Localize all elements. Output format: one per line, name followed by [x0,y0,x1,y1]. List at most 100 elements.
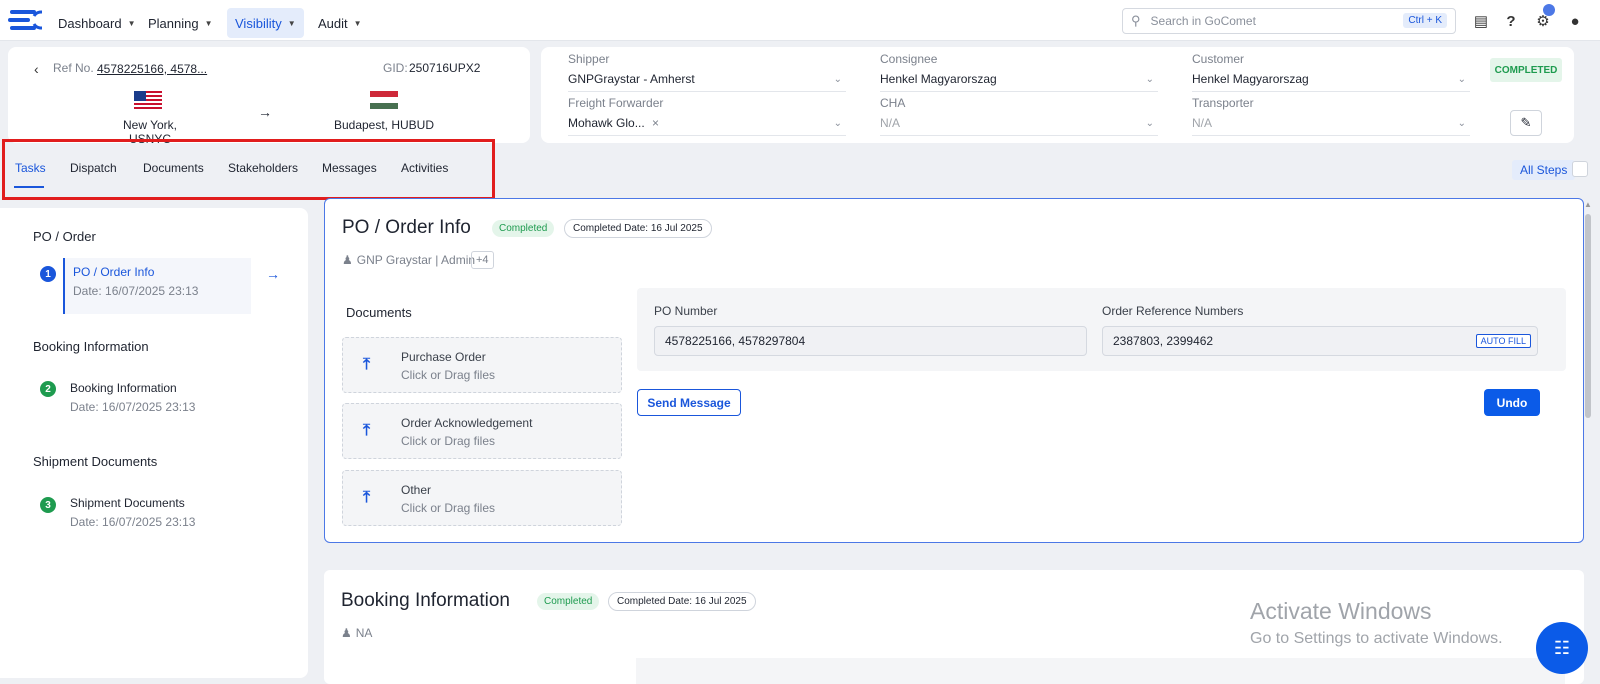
all-steps-toggle[interactable]: All Steps [1512,160,1576,180]
assignee-name: GNP Graystar | Admin [356,253,476,267]
assignee: ♟ GNP Graystar | Admin [342,253,475,267]
chevron-down-icon: ▼ [287,18,296,28]
search-input[interactable]: ⚲ Search in GoComet Ctrl + K [1122,8,1456,34]
nav-dashboard-label: Dashboard [58,15,122,31]
step-number: 2 [40,381,56,397]
search-icon: ⚲ [1131,13,1141,28]
upload-other[interactable]: ⤒ Other Click or Drag files [342,470,622,526]
upload-title: Order Acknowledgement [401,416,533,430]
documents-title: Documents [346,305,412,320]
all-steps-checkbox[interactable] [1572,161,1588,177]
customer-label: Customer [1192,52,1245,66]
completed-date-label: Completed Date: [617,596,693,607]
step-title: PO / Order Info [73,265,155,279]
gocomet-logo[interactable] [8,8,42,32]
nav-audit[interactable]: Audit ▼ [310,8,370,38]
status-badge: Completed [537,593,600,610]
ref-label: Ref No. [53,61,94,75]
shipper-select[interactable]: GNPGraystar - Amherst ⌄ [568,72,846,92]
users-icon: ♟ [342,253,353,267]
section-title: PO / Order [33,229,96,244]
nav-visibility[interactable]: Visibility ▼ [227,8,304,38]
booking-fields-area [636,658,1565,684]
step-date: Date: 16/07/2025 23:13 [73,284,199,298]
order-ref-field[interactable]: 2387803, 2399462 AUTO FILL [1102,326,1538,356]
notes-icon[interactable]: ▤ [1472,12,1490,30]
upload-icon: ⤒ [363,422,371,439]
upload-order-acknowledgement[interactable]: ⤒ Order Acknowledgement Click or Drag fi… [342,403,622,459]
transporter-value: N/A [1192,116,1213,130]
gid-value: 250716UPX2 [409,61,481,75]
top-navbar: Dashboard ▼ Planning ▼ Visibility ▼ Audit ▼ … [0,0,1600,41]
freight-forwarder-value: Mohawk Glo... [568,116,645,130]
completed-date-value: 16 Jul 2025 [694,596,747,607]
nav-visibility-label: Visibility [235,15,282,31]
step-number: 3 [40,497,56,513]
step-title[interactable]: Shipment Documents [70,496,185,510]
cha-value: N/A [880,116,901,130]
assignee-name: NA [355,626,373,640]
help-icon[interactable]: ? [1502,12,1520,30]
activation-watermark-title: Activate Windows [1250,598,1432,624]
scroll-up-icon[interactable]: ▲ [1584,200,1592,209]
chevron-down-icon: ▼ [127,18,136,28]
transporter-select[interactable]: N/A ⌄ [1192,116,1470,136]
assignee-more[interactable]: +4 [471,251,494,269]
chat-icon: ☷ [1553,637,1571,658]
consignee-select[interactable]: Henkel Magyarorszag ⌄ [880,72,1158,92]
upload-purchase-order[interactable]: ⤒ Purchase Order Click or Drag files [342,337,622,393]
scrollbar-thumb[interactable] [1585,214,1591,418]
send-message-button[interactable]: Send Message [637,389,741,416]
upload-icon: ⤒ [363,356,371,373]
back-icon[interactable]: ‹ [34,61,39,77]
chat-button[interactable]: ☷ [1536,622,1588,674]
customer-value: Henkel Magyarorszag [1192,72,1309,86]
assignee: ♟ NA [341,626,372,640]
highlight-box [2,139,495,200]
completed-date-value: 16 Jul 2025 [650,223,703,234]
shipment-status-badge: COMPLETED [1490,58,1562,82]
steps-sidebar: PO / Order 1 PO / Order Info Date: 16/07… [0,208,308,678]
completed-date-label: Completed Date: [573,223,649,234]
freight-forwarder-select[interactable]: Mohawk Glo... × ⌄ [568,116,846,136]
destination-location: Budapest, HUBUD [333,118,435,132]
ref-value[interactable]: 4578225166, 4578... [97,62,207,76]
po-order-panel: PO / Order Info Completed Completed Date… [324,198,1584,543]
upload-hint: Click or Drag files [401,368,496,382]
shipper-value: GNPGraystar - Amherst [568,72,695,86]
nav-planning[interactable]: Planning ▼ [140,8,221,38]
users-icon: ♟ [341,626,352,640]
customer-select[interactable]: Henkel Magyarorszag ⌄ [1192,72,1470,92]
upload-hint: Click or Drag files [401,434,496,448]
step-date: Date: 16/07/2025 23:13 [70,400,196,414]
order-ref-label: Order Reference Numbers [1102,304,1244,318]
notification-dot [1543,4,1555,16]
scrollbar[interactable]: ▲ [1584,200,1592,680]
user-icon[interactable]: ● [1566,12,1584,30]
step-title[interactable]: Booking Information [70,381,177,395]
nav-audit-label: Audit [318,15,348,31]
undo-button[interactable]: Undo [1484,389,1540,416]
hungary-flag-icon [370,91,398,109]
arrow-right-icon: → [258,104,272,120]
upload-hint: Click or Drag files [401,501,496,515]
edit-button[interactable]: ✎ [1510,110,1542,136]
gid-label: GID: [383,61,408,75]
section-title: Booking Information [33,339,149,354]
chevron-down-icon: ▼ [353,18,362,28]
arrow-right-icon[interactable]: → [266,266,280,282]
search-shortcut: Ctrl + K [1403,13,1447,28]
transporter-label: Transporter [1192,96,1254,110]
consignee-label: Consignee [880,52,938,66]
clear-icon[interactable]: × [652,116,659,130]
po-number-field[interactable]: 4578225166, 4578297804 [654,326,1087,356]
upload-title: Other [401,483,432,497]
nav-dashboard[interactable]: Dashboard ▼ [50,8,144,38]
cha-select[interactable]: N/A ⌄ [880,116,1158,136]
completed-date-badge: Completed Date: 16 Jul 2025 [564,219,712,238]
nav-planning-label: Planning [148,15,199,31]
chevron-down-icon: ⌄ [1145,74,1154,85]
booking-panel: Booking Information Completed Completed … [324,570,1584,684]
auto-fill-button[interactable]: AUTO FILL [1475,334,1531,348]
consignee-value: Henkel Magyarorszag [880,72,997,86]
